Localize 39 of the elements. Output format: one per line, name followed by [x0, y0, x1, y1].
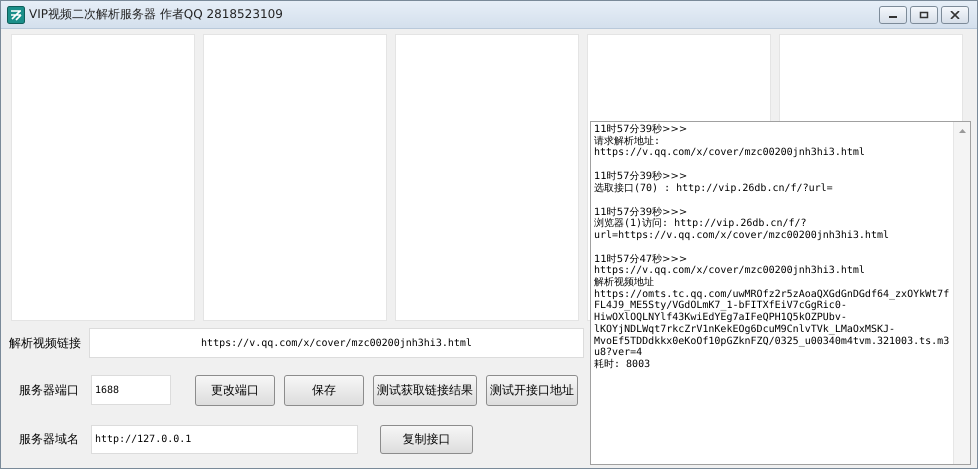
action-button[interactable]: 更改端口: [195, 374, 275, 406]
log-timestamp: 11时57分39秒>>>: [594, 206, 688, 218]
window-title: VIP视频二次解析服务器 作者QQ 2818523109: [29, 6, 284, 23]
scrollbar[interactable]: [953, 122, 970, 464]
log-line: 耗时: 8003: [594, 358, 652, 371]
log-line: https://v.qq.com/x/cover/mzc00200jnh3hi3.html: [594, 147, 866, 160]
field-label: 服务器域名: [19, 430, 80, 448]
log-timestamp: 11时57分39秒>>>: [594, 171, 688, 182]
log-line: HiwOXlOQLNYlf43KwiEdYEg7aIFeQPH1Q5kOZPUbv-: [594, 312, 848, 324]
log-text-area[interactable]: [590, 121, 971, 465]
log-line: 浏览器(1)访问: http://vip.26db.cn/f/?: [594, 218, 808, 230]
log-timestamp: 11时57分39秒>>>: [594, 124, 688, 136]
maximize-button[interactable]: [910, 6, 938, 24]
log-line: 选取接口(70) : http://vip.26db.cn/f/?url=: [594, 182, 834, 195]
app-icon: [7, 6, 25, 24]
close-button[interactable]: [941, 6, 969, 24]
log-line: FL4J9_ME5Sty/VGdOLmK7_1-bFITXfEiV7cGgRic0-: [594, 300, 847, 312]
field-label: 服务器端口: [19, 382, 80, 398]
input-field[interactable]: https://v.qq.com/x/cover/mzc00200jnh3hi3.html: [89, 328, 584, 358]
log-line: https://omts.tc.qq.com/uwMROfz2r5zAoaQXGdGnDGdf64_zxOYkWt7f: [594, 288, 950, 300]
log-timestamp: 11时57分47秒>>>: [594, 254, 688, 265]
minimize-button[interactable]: [879, 6, 907, 24]
field-label: 解析视频链接: [9, 334, 82, 352]
close-icon: [950, 10, 960, 18]
log-line: lKOYjNDLWqt7rkcZrV1nKekEOg6DcuM9CnlvTVk_LMaOxMSKJ-: [594, 324, 896, 336]
input-field[interactable]: 1688: [91, 375, 171, 405]
log-line: MvoEf5TDDdkkx0eKoOf10pGZknFZQ/0325_u00340m4tvm.321003.ts.m3: [594, 336, 950, 348]
action-button[interactable]: 测试开接口地址: [486, 374, 578, 406]
scroll-up-icon[interactable]: [958, 129, 966, 133]
log-line: 解析视频地址: [594, 277, 655, 289]
action-button[interactable]: 复制接口: [380, 424, 473, 454]
action-button[interactable]: 保存: [284, 374, 364, 406]
log-line: url=https://v.qq.com/x/cover/mzc00200jnh3hi3.html: [594, 230, 890, 242]
input-field[interactable]: http://127.0.0.1: [91, 424, 358, 454]
log-line: 请求解析地址:: [594, 136, 662, 147]
log-line: https://v.qq.com/x/cover/mzc00200jnh3hi3.html: [594, 265, 866, 276]
action-button[interactable]: 测试获取链接结果: [373, 374, 477, 406]
log-line: u8?ver=4: [594, 347, 644, 358]
maximize-icon: [919, 10, 929, 18]
